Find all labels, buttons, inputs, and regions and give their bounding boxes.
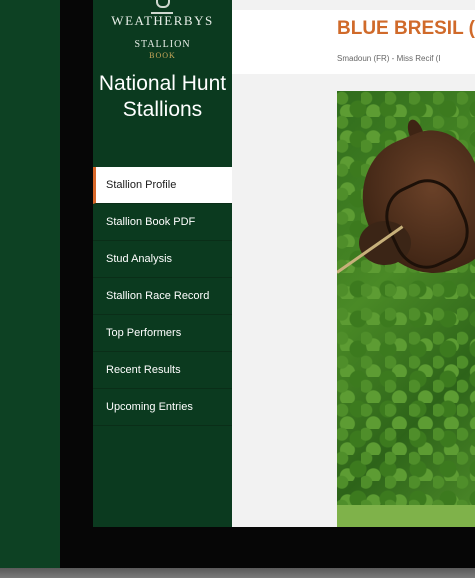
brand-subtitle: STALLION [134, 39, 191, 50]
nav-item-upcoming-entries[interactable]: Upcoming Entries [93, 389, 232, 426]
nav-item-stud-analysis[interactable]: Stud Analysis [93, 241, 232, 278]
grass-strip [337, 505, 475, 527]
profile-header: BLUE BRESIL (F Smadoun (FR) - Miss Recif… [232, 10, 475, 74]
section-title: National Hunt Stallions [98, 72, 227, 121]
bottom-bezel-strip [0, 568, 475, 578]
nav-item-stallion-book-pdf[interactable]: Stallion Book PDF [93, 204, 232, 241]
nav-item-top-performers[interactable]: Top Performers [93, 315, 232, 352]
crown-crest-icon [151, 0, 173, 14]
app-screen: WEATHERBYS STALLION BOOK National Hunt S… [93, 0, 475, 527]
nav-item-recent-results[interactable]: Recent Results [93, 352, 232, 389]
nav-item-stallion-race-record[interactable]: Stallion Race Record [93, 278, 232, 315]
sidebar-nav: Stallion Profile Stallion Book PDF Stud … [93, 167, 232, 426]
stallion-name: BLUE BRESIL (F [337, 18, 475, 39]
stallion-pedigree: Smadoun (FR) - Miss Recif (I [337, 54, 441, 63]
brand-subtitle-book: BOOK [149, 51, 176, 60]
main-content: BLUE BRESIL (F Smadoun (FR) - Miss Recif… [232, 0, 475, 527]
stallion-photo [337, 91, 475, 527]
sidebar: WEATHERBYS STALLION BOOK National Hunt S… [93, 0, 232, 527]
left-background-rail [0, 0, 60, 570]
brand-name: WEATHERBYS [111, 13, 214, 28]
nav-item-stallion-profile[interactable]: Stallion Profile [93, 167, 232, 204]
